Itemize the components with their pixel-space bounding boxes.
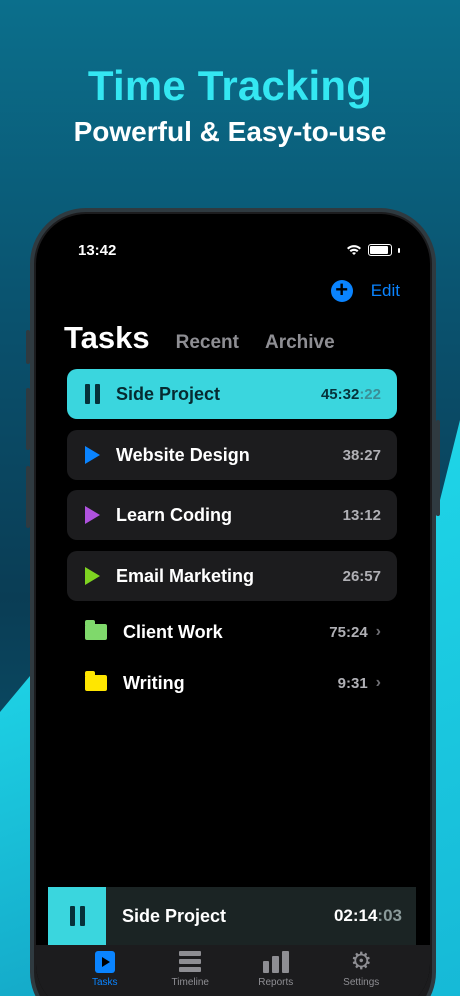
pause-icon bbox=[69, 906, 85, 926]
tabbar-label: Tasks bbox=[91, 977, 118, 988]
plus-circle-icon: + bbox=[335, 277, 349, 302]
folder-row-writing[interactable]: Writing 9:31 › bbox=[67, 663, 397, 703]
task-name: Side Project bbox=[116, 383, 221, 404]
status-time: 13:42 bbox=[78, 241, 117, 259]
edit-button[interactable]: Edit bbox=[371, 281, 400, 301]
add-task-button[interactable]: + bbox=[330, 277, 353, 302]
task-time: 26:57 bbox=[342, 567, 381, 585]
folder-row-client-work[interactable]: Client Work 75:24 › bbox=[67, 612, 397, 652]
phone-power-button bbox=[436, 420, 440, 516]
task-name: Email Marketing bbox=[116, 565, 255, 586]
task-name: Website Design bbox=[116, 444, 250, 465]
now-playing-bar[interactable]: Side Project 02:14:03 bbox=[48, 887, 416, 945]
folder-name: Writing bbox=[123, 672, 185, 693]
task-row[interactable]: Email Marketing 26:57 bbox=[67, 551, 397, 601]
tabbar-label: Settings bbox=[343, 977, 380, 988]
folder-icon bbox=[85, 671, 107, 691]
status-icons bbox=[346, 244, 400, 256]
now-playing-pause-button[interactable] bbox=[48, 887, 106, 945]
play-icon[interactable] bbox=[85, 567, 100, 585]
tabbar-label: Reports bbox=[258, 977, 294, 988]
tab-tasks[interactable]: Tasks bbox=[64, 320, 150, 356]
folder-icon bbox=[85, 620, 107, 640]
play-icon[interactable] bbox=[85, 446, 100, 464]
top-toolbar: + Edit bbox=[330, 277, 400, 302]
segment-tabs: Tasks Recent Archive bbox=[64, 320, 335, 356]
tabbar-settings[interactable]: ⚙ Settings bbox=[326, 948, 396, 996]
gear-icon: ⚙ bbox=[350, 948, 372, 975]
now-playing-time: 02:14:03 bbox=[333, 906, 402, 925]
task-time: 38:27 bbox=[342, 446, 381, 464]
folder-time: 9:31 bbox=[337, 674, 368, 692]
chevron-right-icon: › bbox=[375, 674, 381, 691]
chevron-right-icon: › bbox=[375, 623, 381, 640]
status-bar: 13:42 bbox=[78, 240, 400, 260]
battery-icon bbox=[368, 244, 392, 256]
task-name: Learn Coding bbox=[116, 504, 232, 525]
phone-volume-down bbox=[26, 466, 30, 528]
phone-screen: 13:42 + Edit Tasks Recent Archive Side P… bbox=[36, 214, 430, 996]
task-time: 45:32:22 bbox=[320, 385, 381, 403]
now-playing-name: Side Project bbox=[122, 905, 227, 926]
hero-title: Time Tracking bbox=[87, 62, 373, 109]
reports-icon bbox=[262, 951, 289, 973]
play-icon[interactable] bbox=[85, 506, 100, 524]
hero-subtitle: Powerful & Easy-to-use bbox=[73, 116, 387, 147]
tasks-icon bbox=[94, 951, 115, 973]
wifi-icon bbox=[347, 245, 361, 255]
tab-archive[interactable]: Archive bbox=[265, 332, 335, 354]
task-time: 13:12 bbox=[342, 506, 381, 524]
task-row[interactable]: Learn Coding 13:12 bbox=[67, 490, 397, 540]
tabbar-timeline[interactable]: Timeline bbox=[155, 951, 225, 996]
bottom-tab-bar: Tasks Timeline Reports ⚙ Settings bbox=[36, 945, 430, 996]
battery-tip bbox=[398, 247, 400, 253]
tabbar-label: Timeline bbox=[171, 977, 209, 988]
phone-side-button bbox=[26, 330, 30, 364]
task-row[interactable]: Website Design 38:27 bbox=[67, 430, 397, 480]
tab-recent[interactable]: Recent bbox=[176, 332, 239, 354]
tabbar-tasks[interactable]: Tasks bbox=[70, 951, 140, 996]
task-row-running[interactable]: Side Project 45:32:22 bbox=[67, 369, 397, 419]
pause-icon[interactable] bbox=[85, 384, 100, 404]
timeline-icon bbox=[179, 951, 202, 973]
tabbar-reports[interactable]: Reports bbox=[241, 951, 311, 996]
phone-volume-up bbox=[26, 388, 30, 450]
folder-time: 75:24 bbox=[329, 623, 368, 641]
folder-name: Client Work bbox=[123, 621, 223, 642]
